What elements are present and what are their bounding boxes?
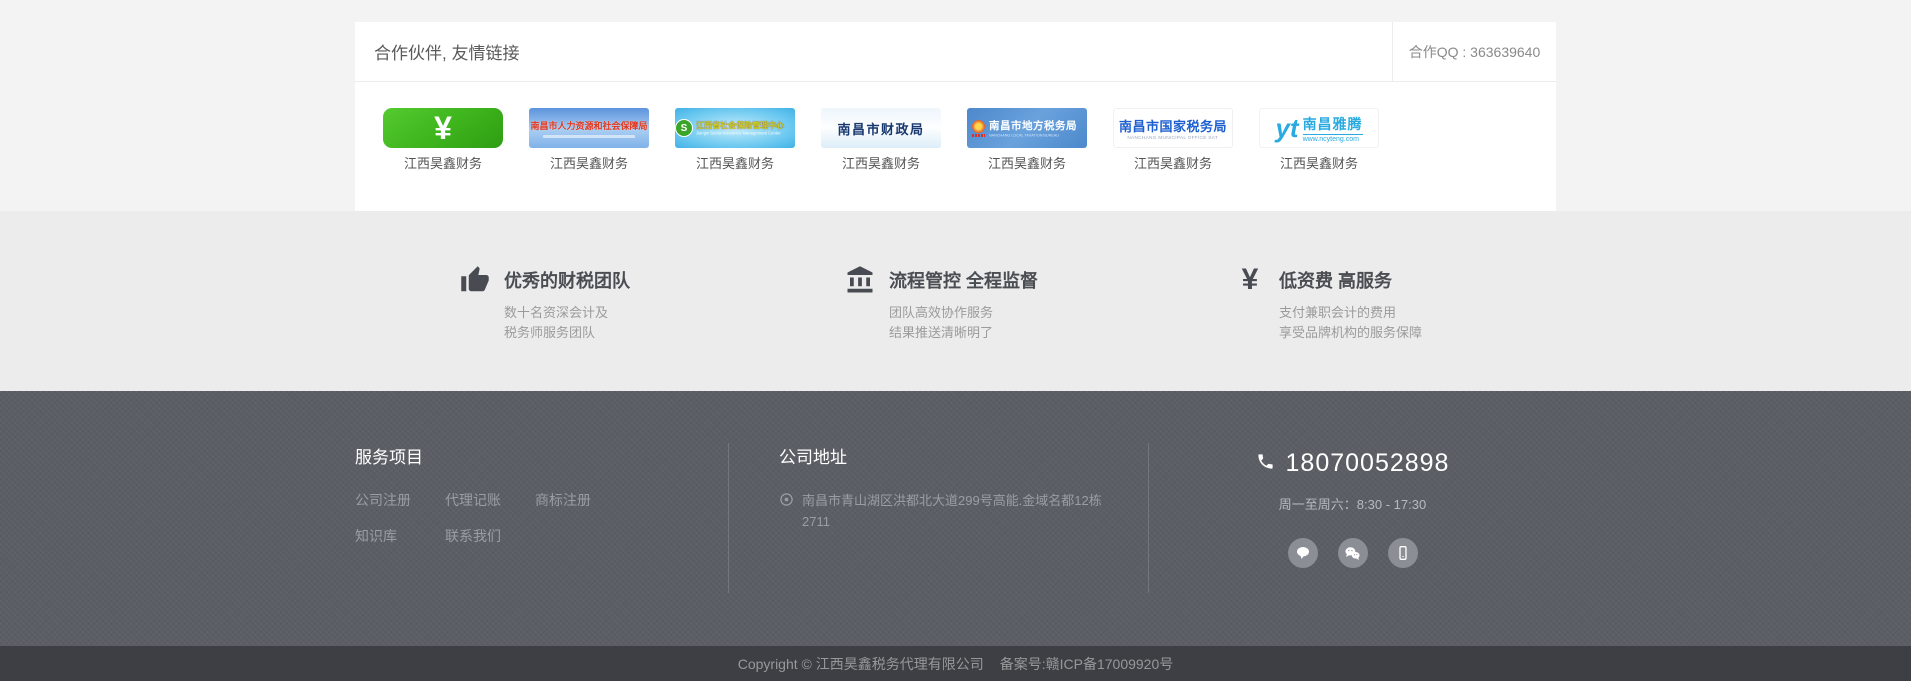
partner-logo-yateng[interactable]: yt 南昌雅腾 www.ncyteng.com 江西昊鑫财务 [1259,108,1379,172]
thumbs-up-icon [458,265,492,295]
renshe-subtext-bar [543,135,635,138]
partners-header: 合作伙伴, 友情链接 合作QQ : 363639640 [355,22,1556,82]
guoshui-subtitle: NANCHANG MUNICIPAL OFFICE SAT [1128,135,1219,140]
footer-contact-column: 18070052898 周一至周六：8:30 - 17:30 [1149,443,1556,593]
footer-link-trademark[interactable]: 商标注册 [535,490,625,510]
location-pin-icon [779,492,795,512]
footer-services-column: 服务项目 公司注册 代理记账 商标注册 知识库 联系我们 [355,443,728,593]
guoshui-title: 南昌市国家税务局 [1119,116,1227,135]
phone-number: 18070052898 [1286,449,1450,478]
feature-line: 享受品牌机构的服务保障 [1279,323,1422,343]
shebao-title: 江西省社会保险管理中心 [696,120,795,131]
feature-team: 优秀的财税团队 数十名资深会计及 税务师服务团队 [458,267,843,343]
bank-icon [843,265,877,295]
green-yuan-logo: ¥ [383,108,503,148]
feature-process: 流程管控 全程监督 团队高效协作服务 结果推送清晰明了 [843,267,1233,343]
yateng-url: www.ncyteng.com [1303,134,1363,143]
renshe-banner: 南昌市人力资源和社会保障局 [529,108,649,148]
chat-bubble-icon[interactable] [1288,538,1318,568]
guoshui-banner: 南昌市国家税务局 NANCHANG MUNICIPAL OFFICE SAT [1113,108,1233,148]
feature-price: ¥ 低资费 高服务 支付兼职会计的费用 享受品牌机构的服务保障 [1233,267,1556,343]
partner-logo-caizheng[interactable]: 南昌市财政局 江西昊鑫财务 [821,108,941,172]
feature-line: 税务师服务团队 [504,323,630,343]
feature-line: 支付兼职会计的费用 [1279,303,1422,323]
shebao-banner: S 江西省社会保险管理中心 Jiangxi Social Insurance M… [675,108,795,148]
feature-title: 流程管控 全程监督 [889,267,1038,293]
national-emblem-icon [972,120,985,137]
footer-address-column: 公司地址 南昌市青山湖区洪都北大道299号高能.金域名都12栋2711 [729,443,1148,593]
address-heading: 公司地址 [779,443,1148,468]
feature-title: 低资费 高服务 [1279,267,1422,293]
yuan-icon: ¥ [1233,265,1267,295]
footer-link-bookkeeping[interactable]: 代理记账 [445,490,535,510]
partner-logos-row: ¥ 江西昊鑫财务 南昌市人力资源和社会保障局 江西昊鑫财务 S 江西省社会保险管… [355,82,1556,211]
yateng-title: 南昌雅腾 [1303,114,1363,134]
partner-logo-renshe[interactable]: 南昌市人力资源和社会保障局 江西昊鑫财务 [529,108,649,172]
partner-logo-caption: 江西昊鑫财务 [675,153,795,172]
wechat-icon[interactable] [1338,538,1368,568]
footer-link-contact[interactable]: 联系我们 [445,526,535,546]
copyright-text: Copyright © 江西昊鑫税务代理有限公司 [738,654,984,674]
partner-logo-guoshui[interactable]: 南昌市国家税务局 NANCHANG MUNICIPAL OFFICE SAT 江… [1113,108,1233,172]
mobile-icon[interactable] [1388,538,1418,568]
footer-link-knowledge[interactable]: 知识库 [355,526,445,546]
dishui-subtitle: NANCHANG LOCAL TAXATION BUREAU [989,134,1050,138]
partner-logo-caption: 江西昊鑫财务 [967,153,1087,172]
yateng-banner: yt 南昌雅腾 www.ncyteng.com [1259,108,1379,148]
partners-panel: 合作伙伴, 友情链接 合作QQ : 363639640 ¥ 江西昊鑫财务 南昌市… [355,22,1556,211]
partner-logo-caption: 江西昊鑫财务 [821,153,941,172]
partner-logo-dishui[interactable]: 南昌市地方税务局 NANCHANG LOCAL TAXATION BUREAU … [967,108,1087,172]
icp-record-number: 备案号:赣ICP备17009920号 [1000,654,1174,674]
feature-title: 优秀的财税团队 [504,267,630,293]
partner-logo-shebao[interactable]: S 江西省社会保险管理中心 Jiangxi Social Insurance M… [675,108,795,172]
yateng-mark-icon: yt [1275,115,1298,141]
company-address: 南昌市青山湖区洪都北大道299号高能.金域名都12栋2711 [802,490,1109,533]
partners-title: 合作伙伴, 友情链接 [355,39,1392,64]
shebao-subtitle: Jiangxi Social Insurance Management Cent… [696,131,765,135]
dishui-banner: 南昌市地方税务局 NANCHANG LOCAL TAXATION BUREAU [967,108,1087,148]
partner-logo-caption: 江西昊鑫财务 [1113,153,1233,172]
footer: 服务项目 公司注册 代理记账 商标注册 知识库 联系我们 公司地址 南昌市青山湖… [0,391,1911,646]
partners-section: 合作伙伴, 友情链接 合作QQ : 363639640 ¥ 江西昊鑫财务 南昌市… [0,0,1911,211]
copyright-bar: Copyright © 江西昊鑫税务代理有限公司 备案号:赣ICP备170099… [0,646,1911,681]
caizheng-banner: 南昌市财政局 [821,108,941,148]
dishui-title: 南昌市地方税务局 [989,118,1087,133]
feature-line: 团队高效协作服务 [889,303,1038,323]
phone-icon [1256,452,1275,476]
partner-logo-caption: 江西昊鑫财务 [383,153,503,172]
yuan-symbol: ¥ [434,108,452,148]
shebao-badge-icon: S [675,119,693,137]
business-hours: 周一至周六：8:30 - 17:30 [1279,494,1426,513]
partner-qq-label: 合作QQ : 363639640 [1392,22,1556,81]
caizheng-title: 南昌市财政局 [837,119,924,138]
feature-line: 结果推送清晰明了 [889,323,1038,343]
renshe-title: 南昌市人力资源和社会保障局 [530,119,647,132]
services-heading: 服务项目 [355,443,728,468]
partner-logo-caption: 江西昊鑫财务 [1259,153,1379,172]
partner-logo-caption: 江西昊鑫财务 [529,153,649,172]
partner-logo-green-yuan[interactable]: ¥ 江西昊鑫财务 [383,108,503,172]
feature-line: 数十名资深会计及 [504,303,630,323]
features-section: 优秀的财税团队 数十名资深会计及 税务师服务团队 流程管控 全程监督 团队高效协… [0,211,1911,391]
footer-link-company-register[interactable]: 公司注册 [355,490,445,510]
